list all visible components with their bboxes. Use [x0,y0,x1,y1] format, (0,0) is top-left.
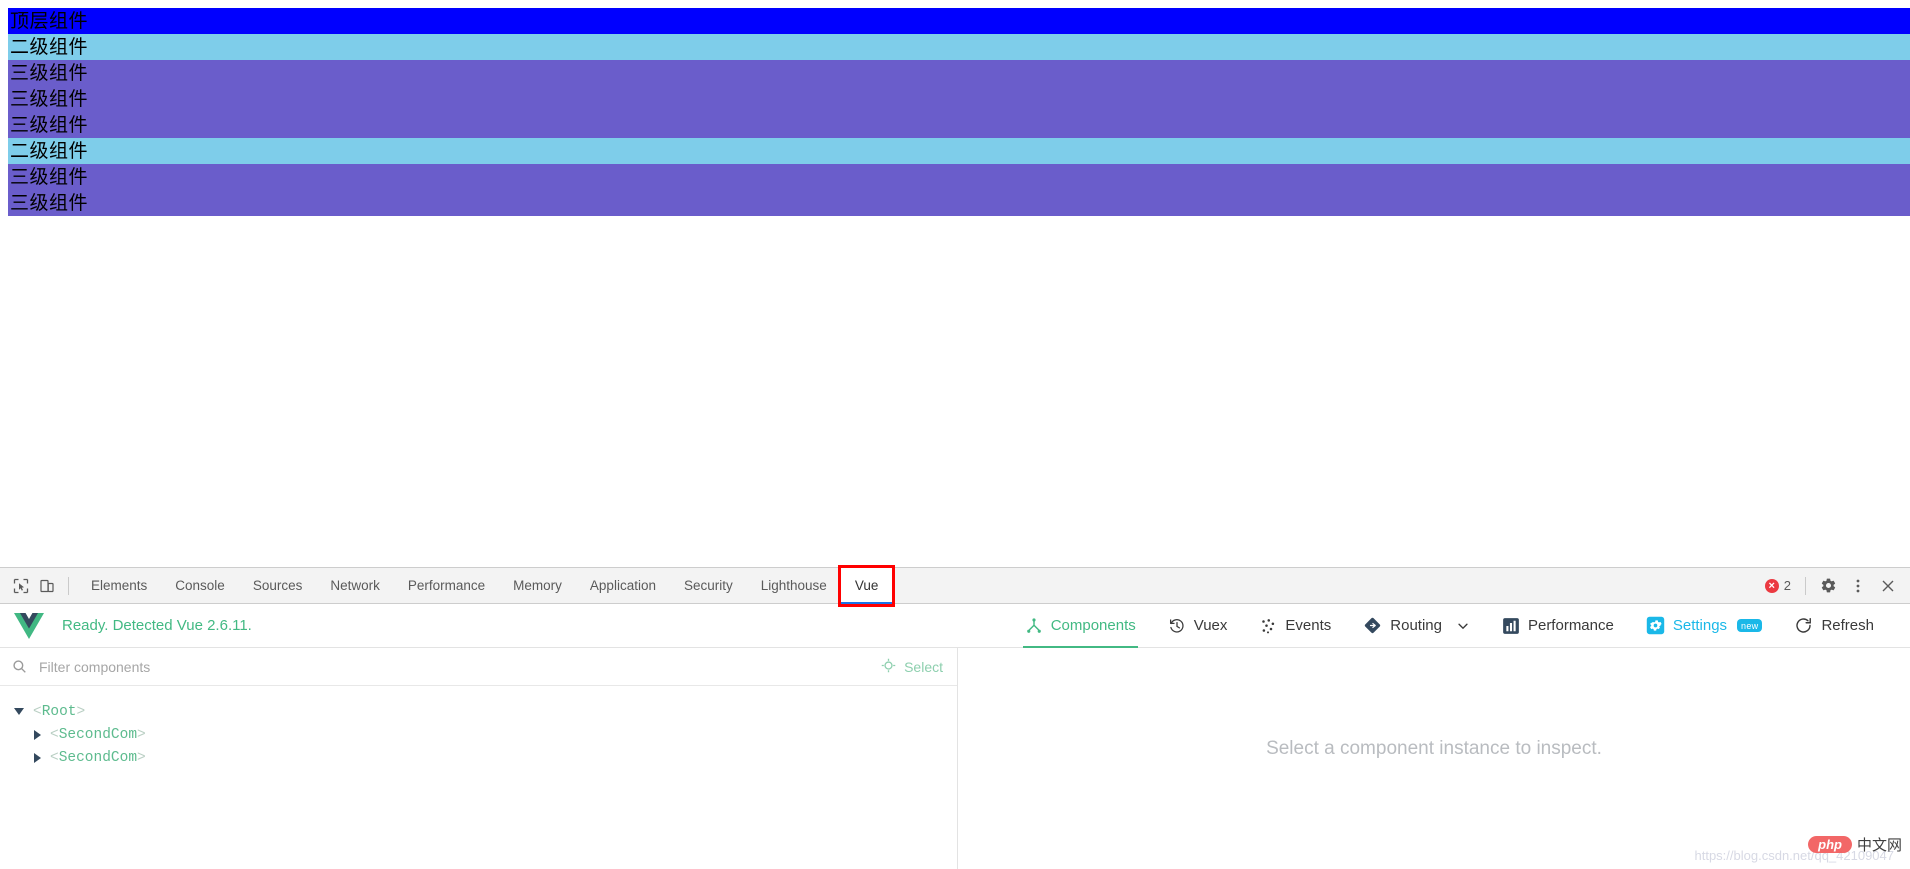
devtools-toolbar-right: × 2 [1759,572,1904,600]
devtools-close-icon[interactable] [1874,572,1902,600]
history-icon [1168,617,1186,635]
devtools-panel: Elements Console Sources Network Performance… [0,564,1910,869]
devtools-tab-label: Console [175,578,225,593]
devtools-tab-console[interactable]: Console [161,568,239,604]
screenshot-root: 顶层组件 二级组件 三级组件 三级组件 三级组件 二级组件 三级组件 三级组件 Element… [0,0,1910,869]
components-icon [1025,617,1043,635]
tag-close-bracket: > [137,749,146,766]
component-tree-pane: Select <Root><SecondCom><SecondCom> [0,648,958,869]
vue-nav-performance[interactable]: Performance [1486,604,1630,648]
vue-nav-settings[interactable]: Settings new [1630,604,1779,648]
devtools-tab-sources[interactable]: Sources [239,568,317,604]
vue-nav-label: Performance [1527,617,1614,634]
devtools-settings-gear-icon[interactable] [1814,572,1842,600]
page-viewport: 顶层组件 二级组件 三级组件 三级组件 三级组件 二级组件 三级组件 三级组件 [0,0,1910,567]
vue-nav-label: Settings [1672,617,1728,634]
detail-placeholder-text: Select a component instance to inspect. [1266,737,1602,759]
devtools-tab-vue[interactable]: Vue [837,564,896,607]
toolbar-divider-right [1805,576,1806,595]
vue-status-text: Ready. Detected Vue 2.6.11. [62,617,252,634]
component-tree: < Root > < SecondCom > < SecondCom > [0,686,957,869]
devtools-tab-lighthouse[interactable]: Lighthouse [747,568,841,604]
component-detail-pane: Select a component instance to inspect. [958,648,1910,869]
tree-node-label: Root [41,703,77,720]
vue-logo-icon [14,612,44,639]
search-icon [12,659,27,674]
new-badge: new [1737,619,1763,632]
component-bar: 顶层组件 [8,8,1910,34]
component-bar-list: 顶层组件 二级组件 三级组件 三级组件 三级组件 二级组件 三级组件 三级组件 [0,0,1910,216]
devtools-tab-label: Security [683,578,733,593]
vue-devtools-header: Ready. Detected Vue 2.6.11. Components Vu… [0,604,1910,648]
tree-node-secondcom[interactable]: < SecondCom > [0,746,957,769]
component-bar: 三级组件 [8,86,1910,112]
bar-chart-icon [1502,617,1520,635]
refresh-icon [1794,616,1813,635]
filter-components-input[interactable] [39,658,872,675]
devtools-tab-application[interactable]: Application [576,568,670,604]
gear-icon [1646,616,1665,635]
vue-nav-routing[interactable]: Routing [1347,604,1486,648]
vue-nav-label: Components [1050,617,1136,634]
component-bar: 三级组件 [8,164,1910,190]
select-button-label: Select [904,658,943,675]
vue-nav-label: Refresh [1821,617,1874,634]
devtools-tab-memory[interactable]: Memory [499,568,576,604]
devtools-tab-label: Elements [91,578,148,593]
tag-open-bracket: < [50,726,59,743]
devtools-tab-label: Memory [513,578,562,593]
chevron-right-icon[interactable] [34,752,41,763]
vue-devtools-body: Select <Root><SecondCom><SecondCom> Sele… [0,648,1910,869]
vue-nav-label: Vuex [1193,617,1228,634]
devtools-tab-network[interactable]: Network [316,568,394,604]
vue-nav-label: Events [1285,617,1332,634]
devtools-tab-label: Network [330,578,380,593]
devtools-tab-label: Lighthouse [760,578,827,593]
chevron-right-icon[interactable] [34,729,41,740]
device-toolbar-icon[interactable] [34,573,60,599]
devtools-tab-performance[interactable]: Performance [394,568,499,604]
vue-nav-components[interactable]: Components [1009,604,1152,648]
vue-nav-vuex[interactable]: Vuex [1152,604,1244,648]
component-bar: 二级组件 [8,138,1910,164]
target-crosshair-icon [881,658,896,676]
chevron-down-icon[interactable] [1456,619,1470,633]
component-bar: 三级组件 [8,60,1910,86]
error-count-badge[interactable]: × 2 [1759,578,1797,593]
routing-diamond-icon [1363,616,1382,635]
devtools-tabstrip: Elements Console Sources Network Performance… [0,564,1910,607]
devtools-tab-elements[interactable]: Elements [77,568,161,604]
vue-nav-events[interactable]: Events [1243,604,1347,648]
tag-close-bracket: > [76,703,86,720]
vue-nav-label: Routing [1390,617,1442,634]
error-count-label: 2 [1783,578,1791,593]
devtools-tab-label: Performance [407,578,486,593]
devtools-tab-security[interactable]: Security [670,568,747,604]
error-icon: × [1764,578,1779,593]
tree-node-secondcom[interactable]: < SecondCom > [0,723,957,746]
devtools-tab-label: Sources [252,578,303,593]
toolbar-divider [68,576,69,595]
select-component-button[interactable]: Select [871,658,943,676]
tree-node-label: SecondCom [58,749,138,766]
events-dots-icon [1259,617,1277,635]
tag-open-bracket: < [50,749,59,766]
filter-row: Select [0,648,957,686]
component-bar: 二级组件 [8,34,1910,60]
tag-close-bracket: > [137,726,146,743]
vue-nav-refresh[interactable]: Refresh [1778,604,1890,648]
tag-open-bracket: < [33,703,42,720]
devtools-tab-label: Vue [854,578,879,593]
tree-node-root[interactable]: < Root > [0,700,957,723]
devtools-tab-list: Elements Console Sources Network Performance… [77,564,896,607]
inspect-element-icon[interactable] [8,573,34,599]
chevron-down-icon[interactable] [14,708,24,715]
component-bar: 三级组件 [8,112,1910,138]
component-bar: 三级组件 [8,190,1910,216]
devtools-more-menu-icon[interactable] [1844,572,1872,600]
tree-node-label: SecondCom [58,726,138,743]
vue-nav-list: Components Vuex Events Routing Performance Se… [1009,604,1890,648]
devtools-tab-label: Application [589,578,656,593]
